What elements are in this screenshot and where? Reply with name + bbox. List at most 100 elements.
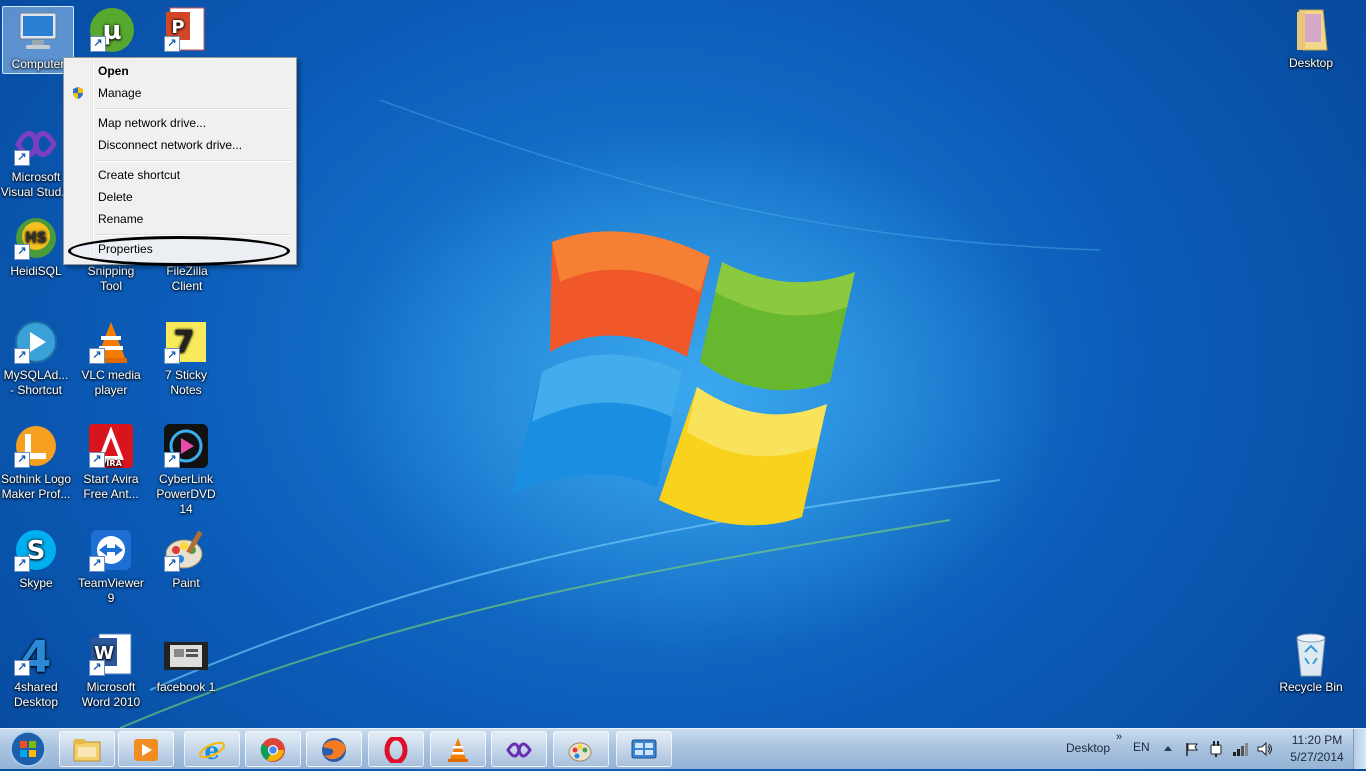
menu-separator [96,160,292,162]
taskbar-control-panel[interactable] [616,731,672,767]
desktop-icon-sticky-notes[interactable]: 7 ↗ 7 Sticky Notes [150,318,222,398]
uac-shield-icon [73,87,83,99]
windows-logo [512,231,855,526]
desktop-icon-sothink[interactable]: ↗ Sothink Logo Maker Prof... [0,422,72,502]
menu-item-manage[interactable]: Manage [67,83,293,103]
show-desktop-button[interactable] [1353,729,1366,769]
shortcut-arrow-icon: ↗ [14,150,30,166]
desktop-icon-label: CyberLink PowerDVD 14 [156,472,216,516]
desktop-icon-skype[interactable]: S ↗ Skype [0,526,72,591]
menu-item-open[interactable]: Open [67,61,293,81]
action-center-flag-icon[interactable] [1184,741,1200,757]
skype-icon: S ↗ [12,526,60,574]
media-player-icon [134,739,158,761]
desktop-icon-label: Skype [19,576,53,590]
language-indicator[interactable]: EN [1133,740,1150,754]
desktop-icon-recycle-bin[interactable]: Recycle Bin [1275,630,1347,695]
clock-date[interactable]: 5/27/2014 [1288,750,1346,764]
desktop-icon-paint[interactable]: ↗ Paint [150,526,222,591]
menu-item-map-network-drive[interactable]: Map network drive... [67,113,293,133]
taskbar-opera[interactable] [368,731,424,767]
desktop-icon-label: TeamViewer 9 [78,576,144,605]
desktop-icon-label: FileZilla Client [166,264,208,293]
4shared-icon: 4 ↗ [12,630,60,683]
taskbar-chrome[interactable] [245,731,301,767]
desktop-icon-facebook-video[interactable]: facebook 1 [150,630,222,695]
shortcut-arrow-icon: ↗ [89,660,105,676]
desktop-icon-label: HeidiSQL [10,264,62,278]
shortcut-arrow-icon: ↗ [14,244,30,260]
desktop-icon-filezilla[interactable]: FileZilla Client [151,264,223,294]
desktop-icon-powerpoint[interactable]: P ↗ [150,6,222,56]
menu-item-disconnect-network-drive[interactable]: Disconnect network drive... [67,135,293,155]
teamviewer-icon: ↗ [87,526,135,574]
desktop-icon-mysql-admin[interactable]: ↗ MySQLAd... - Shortcut [0,318,72,398]
shortcut-arrow-icon: ↗ [164,452,180,468]
shortcut-arrow-icon: ↗ [164,556,180,572]
shortcut-arrow-icon: ↗ [89,556,105,572]
mysql-admin-icon: ↗ [12,318,60,366]
taskbar-visual-studio[interactable] [491,731,547,767]
shortcut-arrow-icon: ↗ [14,452,30,468]
paint-icon: ↗ [162,526,210,574]
start-button[interactable] [4,730,52,768]
desktop-icon-label: Paint [172,576,200,590]
desktop-icon-utorrent[interactable]: µ ↗ [76,6,148,56]
desktop-icon-heidisql[interactable]: HS ↗ HeidiSQL [0,214,72,279]
chrome-icon [260,738,285,762]
shortcut-arrow-icon: ↗ [89,348,105,364]
power-plug-icon[interactable] [1208,740,1224,758]
desktop-icon-label: 4shared Desktop [13,680,59,709]
menu-item-delete[interactable]: Delete [67,187,293,207]
opera-icon [384,737,408,763]
shortcut-arrow-icon: ↗ [90,36,106,52]
desktop-icon-label: facebook 1 [156,680,216,694]
desktop-icon-powerdvd[interactable]: ↗ CyberLink PowerDVD 14 [150,422,222,517]
shortcut-arrow-icon: ↗ [164,348,180,364]
desktop-icon-label: Desktop [1288,56,1334,70]
vlc-icon: ↗ [87,318,135,366]
windows-orb-icon [10,731,46,767]
paint-icon [568,742,592,762]
desktop-toolbar-label[interactable]: Desktop [1066,741,1110,755]
taskbar: e Desktop » EN 11:20 PM 5/27/2014 [0,728,1366,769]
svg-text:P: P [171,17,184,38]
desktop-icon-desktop-folder[interactable]: Desktop [1275,6,1347,71]
computer-icon [14,7,62,55]
internet-explorer-icon: e [199,737,225,763]
desktop-icon-word[interactable]: W ↗ Microsoft Word 2010 [75,630,147,710]
powerdvd-icon: ↗ [162,422,210,470]
desktop-icon-vlc[interactable]: ↗ VLC media player [75,318,147,398]
desktop-icon-4shared[interactable]: 4 ↗ 4shared Desktop [0,630,72,710]
menu-item-label: Manage [98,86,142,100]
menu-item-rename[interactable]: Rename [67,209,293,229]
powerpoint-icon: P ↗ [162,6,210,54]
network-signal-icon[interactable] [1232,741,1250,757]
toolbar-chevron[interactable]: » [1116,731,1122,743]
word-icon: W ↗ [87,630,135,678]
desktop-icon-snipping-tool[interactable]: Snipping Tool [75,264,147,294]
taskbar-media-player[interactable] [118,731,174,767]
svg-text:e: e [204,737,219,763]
volume-speaker-icon[interactable] [1256,741,1274,757]
sothink-icon: ↗ [12,422,60,470]
desktop-icon-teamviewer[interactable]: ↗ TeamViewer 9 [75,526,147,606]
desktop-icon-visual-studio[interactable]: ↗ Microsoft Visual Stud... [0,120,72,200]
taskbar-internet-explorer[interactable]: e [184,731,240,767]
taskbar-vlc[interactable] [430,731,486,767]
menu-item-create-shortcut[interactable]: Create shortcut [67,165,293,185]
taskbar-explorer[interactable] [59,731,115,767]
taskbar-firefox[interactable] [306,731,362,767]
menu-separator [96,108,292,110]
menu-item-properties[interactable]: Properties [67,239,293,259]
desktop-icon-label: Snipping Tool [87,264,135,293]
taskbar-paint[interactable] [553,731,609,767]
desktop-icon-avira[interactable]: VIRA ↗ Start Avira Free Ant... [75,422,147,502]
heidisql-icon: HS ↗ [12,214,60,262]
vlc-icon [448,738,468,762]
sticky-notes-icon: 7 ↗ [162,318,210,366]
clock-time[interactable]: 11:20 PM [1290,733,1344,747]
user-folder-icon [1287,6,1335,54]
desktop-icon-label: Sothink Logo Maker Prof... [0,472,72,501]
show-hidden-icons-icon[interactable] [1163,743,1173,753]
